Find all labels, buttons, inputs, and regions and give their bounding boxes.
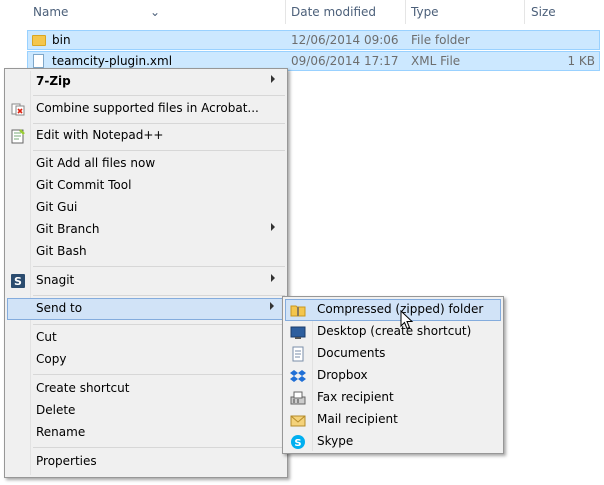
menu-item-label: Git Add all files now (36, 156, 156, 170)
menu-item-properties[interactable]: Properties (7, 451, 285, 473)
column-header: ⌄ Name Date modified Type Size (0, 0, 604, 24)
dropbox-icon (290, 370, 306, 382)
menu-item-label: Mail recipient (317, 412, 398, 426)
file-date: 12/06/2014 09:06 (291, 33, 399, 47)
menu-item-copy[interactable]: Copy (7, 349, 285, 371)
menu-item-label: Delete (36, 403, 76, 417)
submenu-arrow-icon (271, 223, 275, 231)
menu-item-compressed-folder[interactable]: Compressed (zipped) folder (285, 299, 501, 321)
menu-item-label: Cut (36, 330, 57, 344)
menu-separator (33, 150, 285, 151)
file-type: XML File (411, 54, 461, 68)
acrobat-icon (11, 103, 25, 116)
menu-item-label: Desktop (create shortcut) (317, 324, 472, 338)
menu-item-label: Documents (317, 346, 386, 360)
menu-item-documents[interactable]: Documents (285, 343, 501, 365)
menu-item-label: Send to (36, 301, 83, 315)
send-to-submenu: Compressed (zipped) folder Desktop (crea… (282, 296, 504, 454)
column-divider[interactable] (285, 0, 286, 24)
context-menu: 7-Zip Combine supported files in Acrobat… (4, 68, 288, 478)
menu-item-label: Git Branch (36, 222, 100, 236)
svg-text:S: S (294, 438, 301, 449)
menu-item-label: Properties (36, 454, 97, 468)
menu-item-notepad-plus[interactable]: Edit with Notepad++ (7, 125, 285, 147)
xml-file-icon (33, 54, 44, 68)
menu-item-label: Combine supported files in Acrobat... (36, 101, 259, 115)
file-size: 1 KB (567, 54, 595, 68)
menu-item-create-shortcut[interactable]: Create shortcut (7, 378, 285, 400)
menu-separator (33, 295, 285, 296)
snagit-icon: S (11, 274, 25, 288)
column-divider[interactable] (524, 0, 525, 24)
file-date: 09/06/2014 17:17 (291, 54, 399, 68)
folder-icon (32, 35, 46, 46)
file-row-bin[interactable]: bin 12/06/2014 09:06 File folder (27, 30, 600, 50)
menu-item-delete[interactable]: Delete (7, 400, 285, 422)
menu-separator (33, 95, 285, 96)
fax-icon (290, 391, 306, 405)
file-name: bin (52, 33, 71, 47)
skype-icon: S (291, 435, 305, 449)
menu-item-label: Dropbox (317, 368, 368, 382)
menu-item-rename[interactable]: Rename (7, 422, 285, 444)
menu-item-label: Rename (36, 425, 86, 439)
menu-item-label: Git Gui (36, 200, 78, 214)
column-size[interactable]: Size (531, 5, 556, 19)
menu-item-git-gui[interactable]: Git Gui (7, 197, 285, 219)
menu-item-skype[interactable]: S Skype (285, 431, 501, 453)
column-name[interactable]: Name (33, 5, 68, 19)
menu-item-git-commit[interactable]: Git Commit Tool (7, 175, 285, 197)
menu-separator (33, 374, 285, 375)
menu-item-label: Fax recipient (317, 390, 394, 404)
desktop-icon (290, 326, 306, 339)
menu-separator (33, 447, 285, 448)
notepad-plus-icon (11, 129, 25, 144)
menu-separator (33, 324, 285, 325)
column-divider[interactable] (405, 0, 406, 24)
svg-text:S: S (14, 275, 22, 288)
menu-item-7zip[interactable]: 7-Zip (7, 71, 285, 93)
zip-folder-icon (290, 305, 306, 317)
menu-item-cut[interactable]: Cut (7, 327, 285, 349)
documents-icon (292, 346, 304, 362)
menu-item-desktop-shortcut[interactable]: Desktop (create shortcut) (285, 321, 501, 343)
column-type[interactable]: Type (411, 5, 439, 19)
menu-item-git-add[interactable]: Git Add all files now (7, 153, 285, 175)
menu-item-send-to[interactable]: Send to (7, 298, 285, 320)
menu-item-label: Edit with Notepad++ (36, 128, 164, 142)
submenu-arrow-icon (270, 302, 274, 310)
menu-item-fax-recipient[interactable]: Fax recipient (285, 387, 501, 409)
menu-item-combine-acrobat[interactable]: Combine supported files in Acrobat... (7, 98, 285, 120)
sort-indicator-icon: ⌄ (150, 5, 161, 19)
mail-icon (290, 415, 306, 427)
menu-item-label: Create shortcut (36, 381, 130, 395)
menu-item-label: Git Bash (36, 244, 87, 258)
submenu-arrow-icon (271, 75, 275, 83)
file-name: teamcity-plugin.xml (52, 54, 173, 68)
submenu-arrow-icon (271, 274, 275, 282)
menu-item-git-branch[interactable]: Git Branch (7, 219, 285, 241)
menu-item-label: Skype (317, 434, 354, 448)
menu-item-label: Git Commit Tool (36, 178, 132, 192)
column-date-modified[interactable]: Date modified (291, 5, 376, 19)
menu-item-git-bash[interactable]: Git Bash (7, 241, 285, 263)
menu-item-label: 7-Zip (36, 74, 71, 88)
menu-item-label: Snagit (36, 273, 75, 287)
file-type: File folder (411, 33, 470, 47)
menu-item-dropbox[interactable]: Dropbox (285, 365, 501, 387)
menu-item-label: Copy (36, 352, 67, 366)
menu-separator (33, 266, 285, 267)
mouse-cursor-icon (400, 310, 414, 330)
menu-separator (33, 123, 285, 124)
menu-item-mail-recipient[interactable]: Mail recipient (285, 409, 501, 431)
menu-item-snagit[interactable]: S Snagit (7, 270, 285, 292)
